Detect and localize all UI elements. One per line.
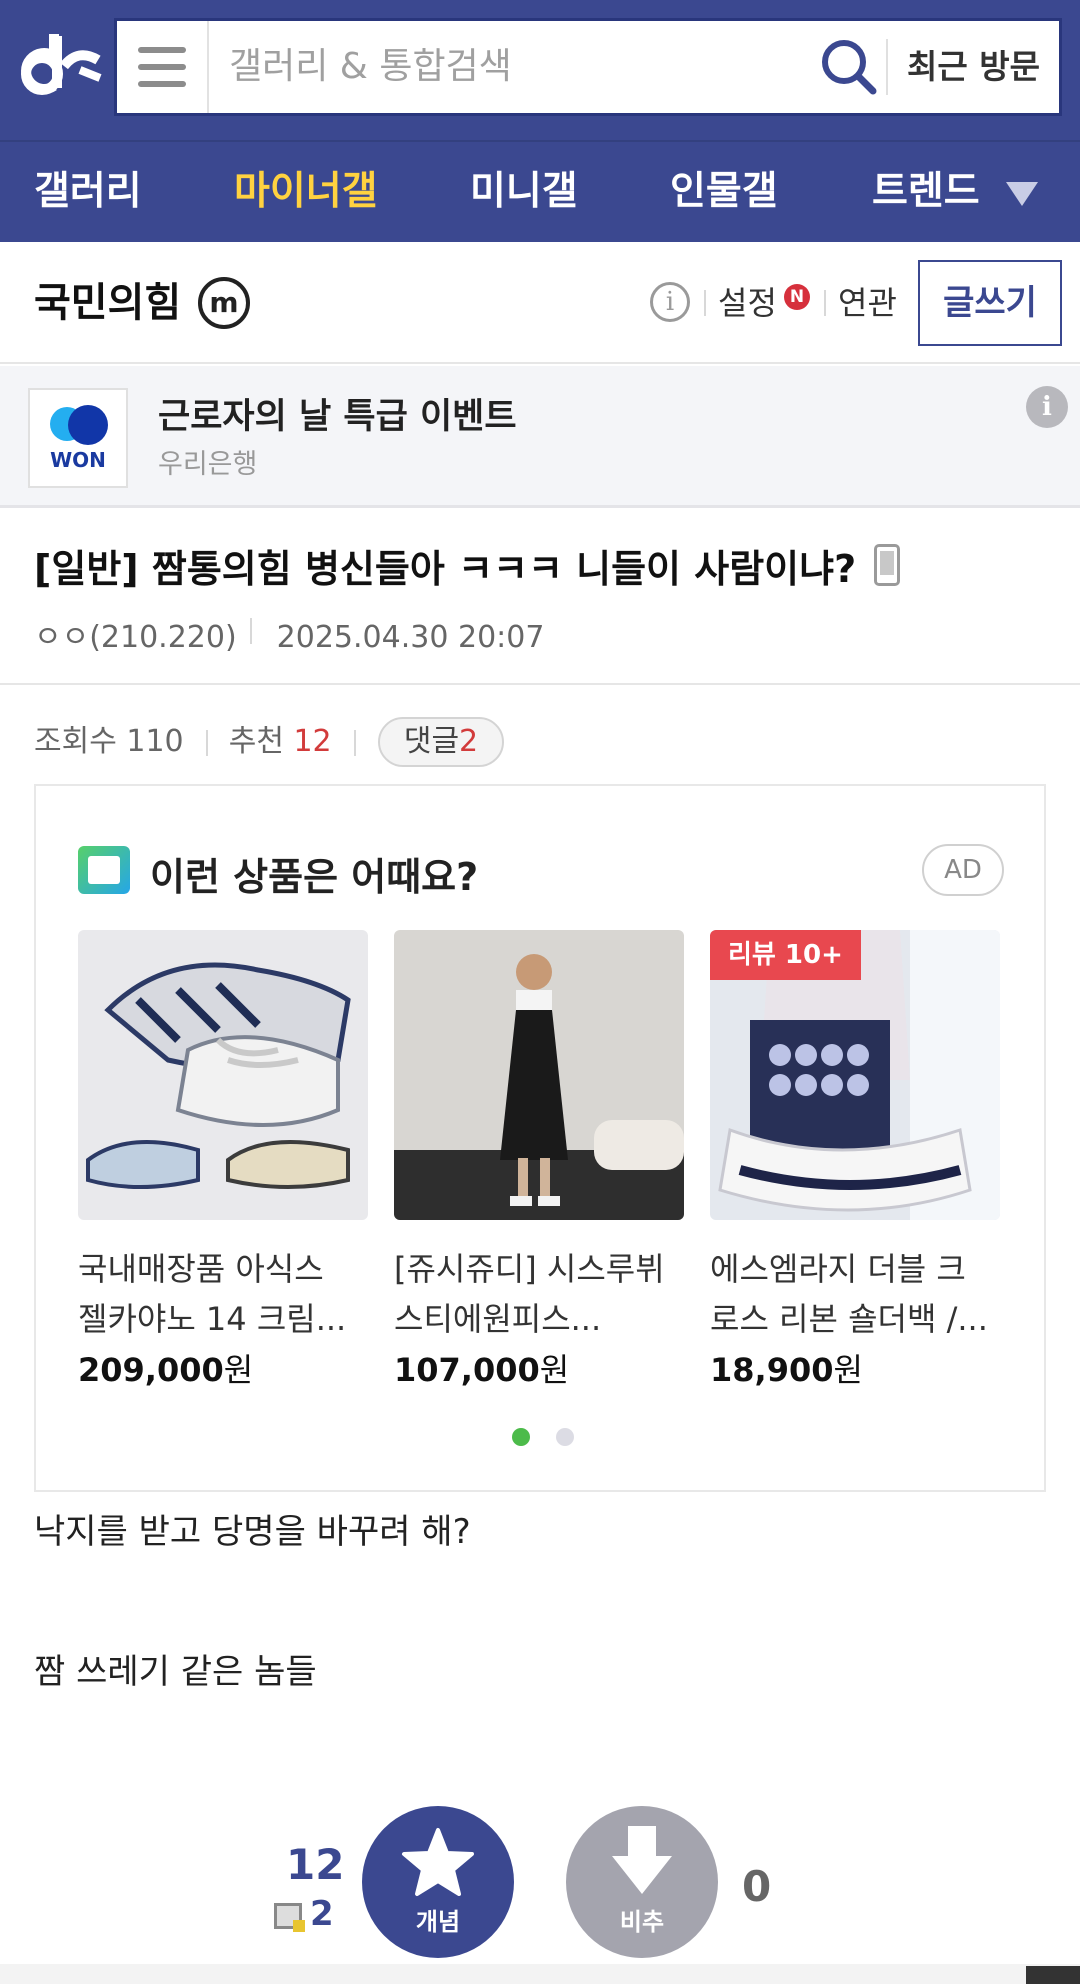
new-badge: N	[784, 284, 810, 310]
price-value: 18,900	[710, 1351, 834, 1389]
nav-expand-icon[interactable]	[1006, 182, 1038, 206]
minor-gallery-badge-icon: m	[198, 277, 250, 329]
info-icon[interactable]: i	[650, 282, 690, 322]
comment-label: 댓글	[403, 724, 460, 759]
post-title: [일반] 짬통의힘 병신들아 ㅋㅋㅋ 니들이 사람이냐?	[34, 547, 857, 591]
star-icon	[402, 1828, 474, 1896]
comment-button[interactable]: 댓글2	[378, 717, 504, 767]
dc-logo-icon[interactable]	[14, 30, 106, 100]
nav-trend[interactable]: 트렌드	[872, 142, 980, 242]
banner-info-icon[interactable]: i	[1026, 386, 1068, 428]
product-name[interactable]: [쥬시쥬디] 시스루뷔	[394, 1244, 684, 1294]
divider	[206, 730, 208, 756]
write-button[interactable]: 글쓰기	[918, 260, 1062, 346]
product-price: 209,000원	[78, 1344, 368, 1396]
product-card[interactable]: [쥬시쥬디] 시스루뷔 스티에원피스... 107,000원	[394, 930, 684, 1396]
menu-button[interactable]	[117, 21, 209, 113]
price-value: 107,000	[394, 1351, 540, 1389]
main-nav: 갤러리 마이너갤 미니갤 인물갤 트렌드	[0, 140, 1080, 242]
nav-mini-gallery[interactable]: 미니갤	[470, 142, 578, 242]
post-body-line: 낙지를 받고 당명을 바꾸려 해?	[34, 1512, 471, 1552]
product-name[interactable]: 스티에원피스...	[394, 1294, 684, 1344]
search-box: 갤러리 & 통합검색 최근 방문	[114, 18, 1062, 116]
product-price: 107,000원	[394, 1344, 684, 1396]
price-value: 209,000	[78, 1351, 224, 1389]
banner-title[interactable]: 근로자의 날 특급 이벤트	[158, 388, 517, 439]
divider	[0, 683, 1080, 685]
product-image[interactable]: 리뷰 10+	[710, 930, 1000, 1220]
divider	[886, 39, 888, 95]
won-logo: WON	[28, 388, 128, 488]
product-name[interactable]: 에스엠라지 더블 크	[710, 1244, 1000, 1294]
post-stats: 조회수 110 추천 12	[34, 718, 332, 766]
product-image[interactable]	[78, 930, 368, 1220]
ad-banner[interactable]: WON 근로자의 날 특급 이벤트 우리은행 i	[0, 366, 1080, 508]
related-button[interactable]: 연관	[838, 242, 897, 364]
recommend-label: 추천	[228, 724, 284, 759]
views-count: 110	[126, 724, 184, 759]
banner-subtitle: 우리은행	[158, 449, 258, 480]
divider	[824, 290, 826, 316]
post-author[interactable]: ㅇㅇ(210.220)	[34, 620, 237, 655]
upvote-button[interactable]: 개념	[362, 1806, 514, 1958]
divider	[354, 730, 356, 756]
settings-button[interactable]: 설정	[718, 242, 777, 364]
product-card[interactable]: 국내매장품 아식스 젤카야노 14 크림... 209,000원	[78, 930, 368, 1396]
recommend-count: 12	[293, 724, 332, 759]
menu-icon-bar	[138, 81, 186, 87]
nav-person-gallery[interactable]: 인물갤	[670, 142, 778, 242]
fixed-user-icon	[274, 1902, 305, 1932]
divider	[250, 618, 252, 644]
price-currency: 원	[539, 1351, 570, 1389]
divider	[704, 290, 706, 316]
logo-circle	[68, 405, 108, 445]
gallery-header: 국민의힘 m i 설정 N 연관 글쓰기	[0, 242, 1080, 364]
ad-title: 이런 상품은 어때요?	[150, 855, 479, 899]
recommend-total: 12	[286, 1840, 345, 1889]
product-price: 18,900원	[710, 1344, 1000, 1396]
fixed-recommend-count: 2	[310, 1894, 334, 1934]
menu-icon-bar	[138, 47, 186, 53]
phone-icon	[874, 544, 900, 586]
shopping-logo-icon	[78, 846, 130, 894]
nav-minor-gallery[interactable]: 마이너갤	[234, 142, 378, 242]
downvote-button[interactable]: 비추	[566, 1806, 718, 1958]
gallery-title[interactable]: 국민의힘	[34, 242, 181, 364]
recent-visit-button[interactable]: 최근 방문	[907, 21, 1040, 113]
price-currency: 원	[833, 1351, 863, 1389]
search-icon[interactable]	[817, 35, 881, 99]
search-input[interactable]: 갤러리 & 통합검색	[229, 21, 512, 113]
carousel-dot-active[interactable]	[512, 1428, 530, 1446]
menu-icon-bar	[138, 64, 186, 70]
upvote-label: 개념	[415, 1908, 461, 1936]
carousel-dot[interactable]	[556, 1428, 574, 1446]
logo-text: WON	[50, 448, 106, 472]
post-meta: ㅇㅇ(210.220) 2025.04.30 20:07	[34, 612, 544, 656]
nav-gallery[interactable]: 갤러리	[34, 142, 142, 242]
fixed-recommend: 2	[274, 1894, 334, 1934]
bottom-strip	[0, 1964, 1080, 1984]
price-currency: 원	[223, 1351, 254, 1389]
ad-badge[interactable]: AD	[922, 844, 1004, 896]
post-body-line: 짬 쓰레기 같은 놈들	[34, 1652, 317, 1692]
downvote-label: 비추	[619, 1908, 665, 1936]
close-ad-icon[interactable]	[1026, 1966, 1080, 1984]
top-bar: 갤러리 & 통합검색 최근 방문	[0, 0, 1080, 140]
product-name[interactable]: 국내매장품 아식스	[78, 1244, 368, 1294]
product-name[interactable]: 젤카야노 14 크림...	[78, 1294, 368, 1344]
product-name[interactable]: 로스 리본 숄더백 /...	[710, 1294, 1000, 1344]
downvote-count: 0	[742, 1862, 772, 1911]
post-date: 2025.04.30 20:07	[276, 620, 545, 655]
product-image[interactable]	[394, 930, 684, 1220]
views-label: 조회수	[34, 724, 117, 759]
product-card[interactable]: 리뷰 10+ 에스엠라지 더블 크 로스 리본 숄더백 /... 18,900원	[710, 930, 1000, 1396]
product-ad-box: 이런 상품은 어때요? AD 국내매장품 아식스 젤카야노 14 크림... 2…	[34, 784, 1046, 1492]
review-tag: 리뷰 10+	[710, 930, 861, 980]
arrow-down-icon	[612, 1826, 672, 1894]
comment-count: 2	[459, 724, 479, 759]
